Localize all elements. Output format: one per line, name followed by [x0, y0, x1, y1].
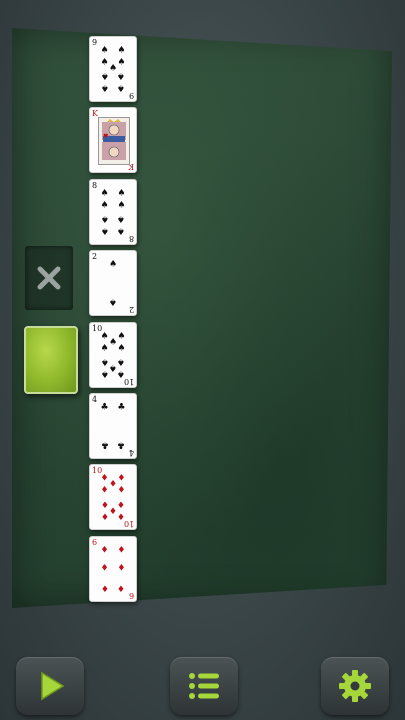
playing-card[interactable]: 2 2 ♠ ♠ — [89, 250, 137, 316]
card-index: 6 — [128, 591, 134, 600]
suit-pip: ♠ — [117, 45, 126, 56]
suit-pip: ♦ — [100, 582, 109, 593]
suit-pip: ♠ — [117, 213, 126, 224]
suit-pip: ♠ — [117, 368, 126, 379]
settings-button[interactable] — [321, 657, 389, 715]
play-button[interactable] — [16, 657, 84, 715]
menu-list-icon — [189, 673, 219, 699]
face-card-art: ♥ — [98, 117, 130, 165]
suit-pip: ♣ — [100, 402, 109, 413]
suit-pip: ♠ — [100, 213, 109, 224]
playing-card[interactable]: 6 6 ♦ ♦ ♦ ♦ ♦ ♦ — [89, 536, 137, 602]
suit-pip: ♠ — [108, 259, 118, 270]
playing-card[interactable]: K K ♥ — [89, 107, 137, 173]
suit-pip: ♦ — [100, 545, 109, 556]
card-index: 4 — [128, 448, 134, 457]
suit-pip: ♠ — [100, 70, 109, 81]
suit-pip: ♦ — [117, 510, 126, 521]
suit-pip: ♠ — [100, 343, 109, 354]
suit-pip: ♦ — [100, 563, 109, 574]
suit-pip: ♠ — [117, 188, 126, 199]
suit-pip: ♦ — [100, 485, 109, 496]
suit-pip: ♦ — [117, 485, 126, 496]
suit-pip: ♦ — [117, 582, 126, 593]
suit-pip: ♣ — [117, 402, 126, 413]
suit-pip: ♠ — [100, 200, 109, 211]
stock-pile-card[interactable] — [24, 326, 78, 394]
card-index: 8 — [128, 234, 134, 243]
discard-slot[interactable] — [25, 246, 73, 310]
card-index: 6 — [92, 538, 98, 547]
play-icon — [41, 671, 65, 701]
card-index: 9 — [92, 38, 98, 47]
suit-pip: ♠ — [100, 45, 109, 56]
playing-card[interactable]: 10 10 ♠ ♠ ♠ ♠ ♠ ♠ ♠ ♠ ♠ ♠ — [89, 322, 137, 388]
suit-pip: ♠ — [117, 200, 126, 211]
suit-pip: ♠ — [100, 188, 109, 199]
suit-pip: ♠ — [108, 296, 118, 307]
suit-pip: ♠ — [117, 343, 126, 354]
playing-card[interactable]: 4 4 ♣ ♣ ♣ ♣ — [89, 393, 137, 459]
card-index: 4 — [92, 395, 98, 404]
suit-pip: ♦ — [117, 563, 126, 574]
card-index: 2 — [92, 252, 98, 261]
close-x-icon — [37, 266, 61, 290]
playing-card[interactable]: 8 8 ♠ ♠ ♠ ♠ ♠ ♠ ♠ ♠ — [89, 179, 137, 245]
card-index: 2 — [128, 305, 134, 314]
suit-pip: ♠ — [100, 82, 109, 93]
card-index: 9 — [128, 91, 134, 100]
suit-pip: ♠ — [117, 70, 126, 81]
game-table-felt — [12, 28, 392, 608]
svg-text:♥: ♥ — [103, 133, 108, 140]
suit-pip: ♠ — [117, 82, 126, 93]
menu-button[interactable] — [170, 657, 238, 715]
card-index: 8 — [92, 181, 98, 190]
suit-pip: ♠ — [100, 368, 109, 379]
suit-pip: ♦ — [117, 545, 126, 556]
suit-pip: ♦ — [100, 510, 109, 521]
suit-pip: ♣ — [117, 439, 126, 450]
suit-pip: ♠ — [100, 225, 109, 236]
suit-pip: ♣ — [100, 439, 109, 450]
playing-card[interactable]: 10 10 ♦ ♦ ♦ ♦ ♦ ♦ ♦ ♦ ♦ ♦ — [89, 464, 137, 530]
gear-icon — [339, 670, 371, 702]
suit-pip: ♠ — [117, 225, 126, 236]
playing-card[interactable]: 9 9 ♠ ♠ ♠ ♠ ♠ ♠ ♠ ♠ ♠ — [89, 36, 137, 102]
